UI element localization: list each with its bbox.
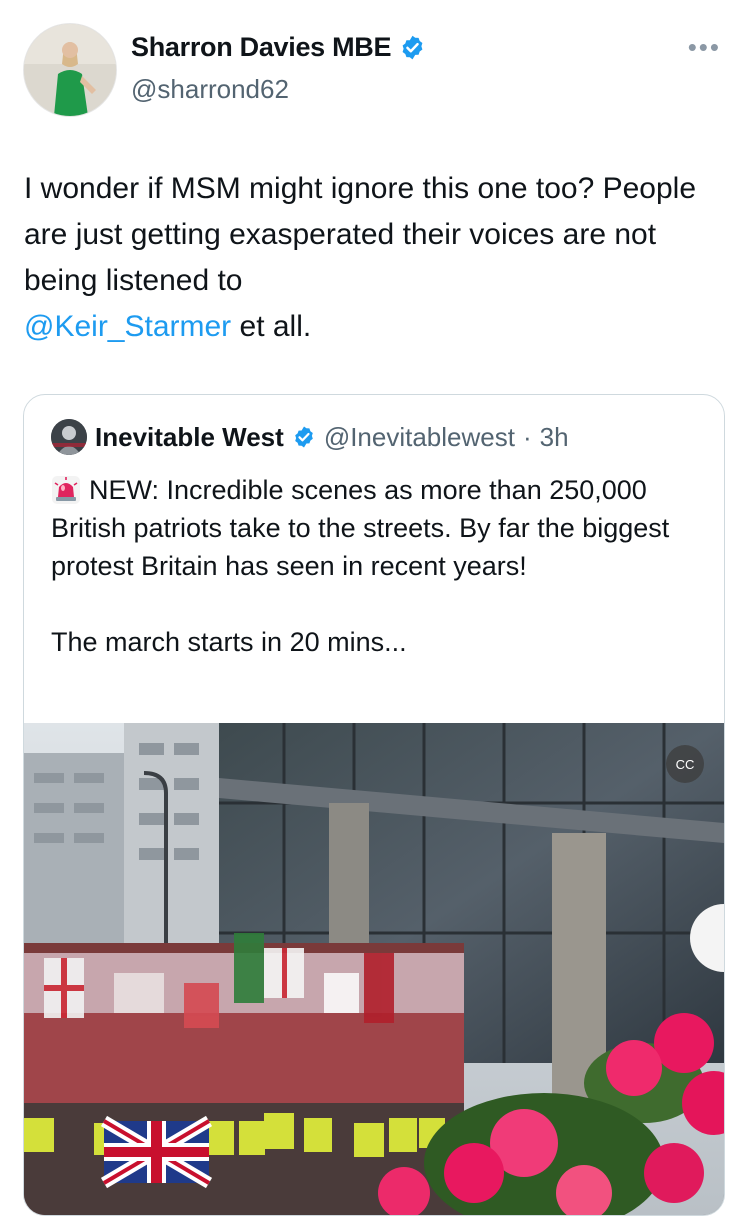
tweet-text-part: I wonder if MSM might ignore this one to… bbox=[24, 172, 697, 297]
quoted-author-handle[interactable]: @Inevitablewest bbox=[324, 422, 515, 453]
quoted-avatar-icon bbox=[51, 419, 87, 455]
profile-photo-icon bbox=[24, 24, 116, 116]
police-siren-icon bbox=[52, 476, 80, 504]
quoted-author-name[interactable]: Inevitable West bbox=[95, 422, 284, 453]
quoted-text-line1: NEW: Incredible scenes as more than 250,… bbox=[51, 475, 670, 581]
quoted-verified-badge-icon bbox=[295, 426, 313, 448]
more-options-icon[interactable]: ••• bbox=[688, 32, 721, 63]
tweet-text-tail: et all. bbox=[231, 310, 312, 343]
captions-button[interactable]: CC bbox=[666, 745, 704, 783]
author-handle[interactable]: @sharrond62 bbox=[131, 74, 289, 105]
tweet-text: I wonder if MSM might ignore this one to… bbox=[24, 166, 724, 350]
verified-badge-icon bbox=[402, 35, 423, 60]
author-name[interactable]: Sharron Davies MBE bbox=[131, 32, 391, 63]
quoted-author-avatar[interactable] bbox=[51, 419, 87, 455]
quoted-tweet-text: NEW: Incredible scenes as more than 250,… bbox=[51, 471, 711, 661]
quoted-text-line2: The march starts in 20 mins... bbox=[51, 627, 407, 657]
captions-icon: CC bbox=[675, 756, 695, 772]
protest-video-frame bbox=[24, 723, 724, 1215]
quoted-tweet-time[interactable]: 3h bbox=[540, 422, 569, 453]
mention-link[interactable]: @Keir_Starmer bbox=[24, 310, 231, 343]
author-avatar[interactable] bbox=[23, 23, 117, 117]
quoted-tweet-card[interactable]: Inevitable West @Inevitablewest · 3h NEW… bbox=[23, 394, 725, 1216]
separator-dot: · bbox=[522, 421, 532, 452]
video-media[interactable]: CC bbox=[24, 723, 724, 1215]
